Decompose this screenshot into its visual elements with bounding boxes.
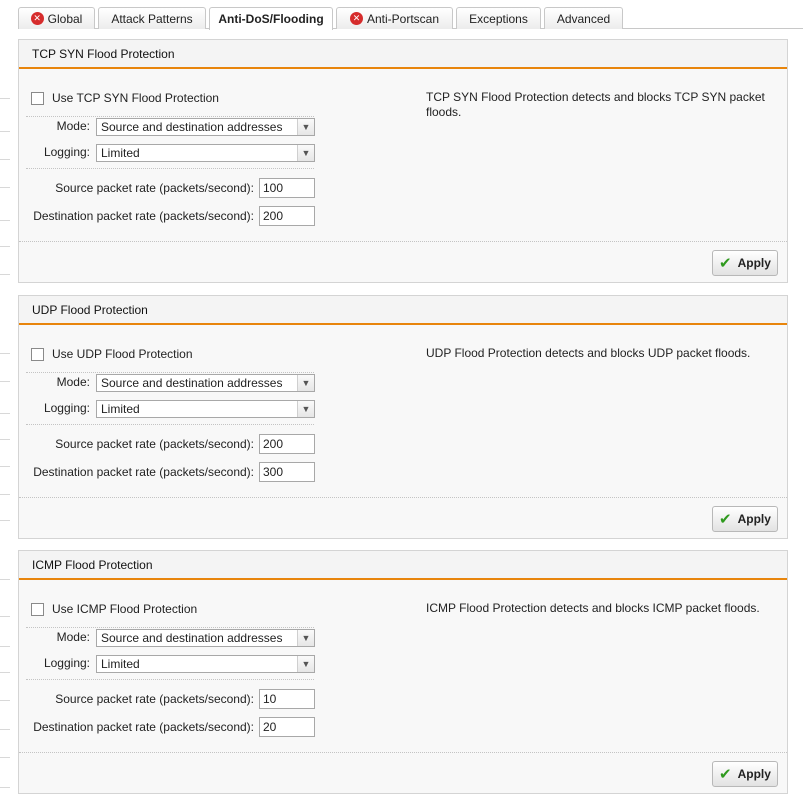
use-icmp-flood-checkbox-row[interactable]: Use ICMP Flood Protection <box>31 602 197 616</box>
apply-button[interactable]: ✔ Apply <box>712 250 778 276</box>
panel-title: TCP SYN Flood Protection <box>19 40 787 69</box>
apply-label: Apply <box>737 256 771 270</box>
logging-label: Logging: <box>43 656 90 670</box>
checkbox-label: Use UDP Flood Protection <box>52 347 193 361</box>
apply-label: Apply <box>737 512 771 526</box>
tab-attack-patterns[interactable]: Attack Patterns <box>98 7 206 29</box>
dest-rate-label: Destination packet rate (packets/second)… <box>33 209 254 223</box>
apply-button[interactable]: ✔ Apply <box>712 506 778 532</box>
divider <box>26 168 314 169</box>
udp-flood-panel: UDP Flood Protection Use UDP Flood Prote… <box>18 295 788 539</box>
dest-rate-input[interactable]: 20 <box>259 717 315 737</box>
mode-value: Source and destination addresses <box>101 631 283 645</box>
icmp-flood-panel: ICMP Flood Protection Use ICMP Flood Pro… <box>18 550 788 794</box>
source-rate-label: Source packet rate (packets/second): <box>55 181 254 195</box>
divider <box>19 497 787 498</box>
divider <box>26 116 314 117</box>
tab-label: Global <box>47 11 83 26</box>
tab-exceptions[interactable]: Exceptions <box>456 7 541 29</box>
checkmark-icon: ✔ <box>719 765 732 783</box>
mode-select[interactable]: Source and destination addresses ▼ <box>96 374 315 392</box>
logging-value: Limited <box>101 402 140 416</box>
tab-bar: ✕ Global Attack Patterns Anti-DoS/Floodi… <box>18 7 803 30</box>
error-icon: ✕ <box>30 12 44 25</box>
checkmark-icon: ✔ <box>719 254 732 272</box>
chevron-down-icon: ▼ <box>297 630 314 646</box>
left-edge-ticks <box>0 0 12 808</box>
mode-select[interactable]: Source and destination addresses ▼ <box>96 118 315 136</box>
tab-label: Attack Patterns <box>111 11 193 26</box>
mode-select[interactable]: Source and destination addresses ▼ <box>96 629 315 647</box>
mode-label: Mode: <box>56 630 90 644</box>
dest-rate-input[interactable]: 300 <box>259 462 315 482</box>
logging-select[interactable]: Limited ▼ <box>96 400 315 418</box>
mode-label: Mode: <box>56 119 90 133</box>
mode-label: Mode: <box>56 375 90 389</box>
error-icon: ✕ <box>349 12 363 25</box>
tab-anti-portscan[interactable]: ✕ Anti-Portscan <box>336 7 453 29</box>
source-rate-input[interactable]: 10 <box>259 689 315 709</box>
divider <box>26 627 314 628</box>
panel-title: ICMP Flood Protection <box>19 551 787 580</box>
tab-advanced[interactable]: Advanced <box>544 7 623 29</box>
logging-select[interactable]: Limited ▼ <box>96 144 315 162</box>
checkbox[interactable] <box>31 91 44 105</box>
tab-label: Exceptions <box>469 11 528 26</box>
divider <box>26 679 314 680</box>
checkbox[interactable] <box>31 602 44 616</box>
tab-label: Anti-Portscan <box>366 11 440 26</box>
apply-button[interactable]: ✔ Apply <box>712 761 778 787</box>
source-rate-label: Source packet rate (packets/second): <box>55 437 254 451</box>
use-udp-flood-checkbox-row[interactable]: Use UDP Flood Protection <box>31 347 193 361</box>
chevron-down-icon: ▼ <box>297 401 314 417</box>
tcp-syn-flood-panel: TCP SYN Flood Protection Use TCP SYN Flo… <box>18 39 788 283</box>
chevron-down-icon: ▼ <box>297 145 314 161</box>
chevron-down-icon: ▼ <box>297 656 314 672</box>
panel-description: UDP Flood Protection detects and blocks … <box>426 346 751 360</box>
panel-description: ICMP Flood Protection detects and blocks… <box>426 601 760 615</box>
logging-select[interactable]: Limited ▼ <box>96 655 315 673</box>
checkbox-label: Use TCP SYN Flood Protection <box>52 91 219 105</box>
panel-description: TCP SYN Flood Protection detects and blo… <box>426 90 765 119</box>
tab-label: Anti-DoS/Flooding <box>218 12 324 26</box>
apply-label: Apply <box>737 767 771 781</box>
logging-value: Limited <box>101 657 140 671</box>
checkbox-label: Use ICMP Flood Protection <box>52 602 198 616</box>
tab-anti-dos-flooding[interactable]: Anti-DoS/Flooding <box>209 7 333 30</box>
logging-label: Logging: <box>43 401 90 415</box>
logging-label: Logging: <box>43 145 90 159</box>
divider <box>26 424 314 425</box>
tab-global[interactable]: ✕ Global <box>18 7 95 29</box>
divider <box>19 241 787 242</box>
panel-title: UDP Flood Protection <box>19 296 787 325</box>
source-rate-input[interactable]: 100 <box>259 178 315 198</box>
divider <box>26 372 314 373</box>
chevron-down-icon: ▼ <box>297 375 314 391</box>
dest-rate-input[interactable]: 200 <box>259 206 315 226</box>
divider <box>19 752 787 753</box>
chevron-down-icon: ▼ <box>297 119 314 135</box>
source-rate-label: Source packet rate (packets/second): <box>55 692 254 706</box>
mode-value: Source and destination addresses <box>101 376 283 390</box>
dest-rate-label: Destination packet rate (packets/second)… <box>33 465 254 479</box>
dest-rate-label: Destination packet rate (packets/second)… <box>33 720 254 734</box>
mode-value: Source and destination addresses <box>101 120 283 134</box>
use-tcp-syn-flood-checkbox-row[interactable]: Use TCP SYN Flood Protection <box>31 91 219 105</box>
tab-label: Advanced <box>556 11 611 26</box>
source-rate-input[interactable]: 200 <box>259 434 315 454</box>
logging-value: Limited <box>101 146 140 160</box>
checkbox[interactable] <box>31 347 44 361</box>
checkmark-icon: ✔ <box>719 510 732 528</box>
